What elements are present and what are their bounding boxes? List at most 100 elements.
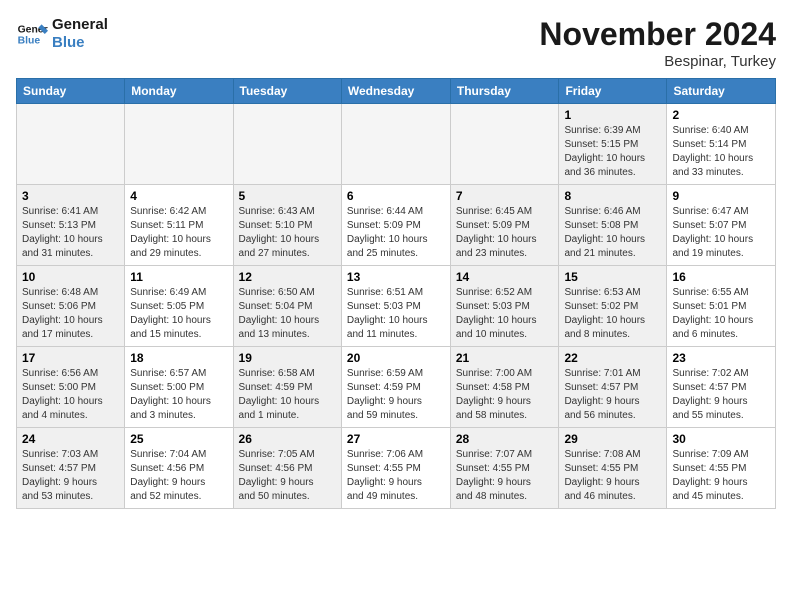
day-info: Sunrise: 6:49 AM Sunset: 5:05 PM Dayligh… [130,286,227,342]
day-info: Sunrise: 7:00 AM Sunset: 4:58 PM Dayligh… [456,367,554,423]
calendar-cell: 21Sunrise: 7:00 AM Sunset: 4:58 PM Dayli… [450,347,559,428]
calendar-cell: 29Sunrise: 7:08 AM Sunset: 4:55 PM Dayli… [559,428,667,509]
calendar-cell: 2 Sunrise: 6:40 AM Sunset: 5:14 PM Daylig… [667,104,776,185]
calendar-week-row: 17 Sunrise: 6:56 AM Sunset: 5:00 PM Dayli… [17,347,776,428]
day-info: Sunrise: 7:01 AM Sunset: 4:57 PM Dayligh… [564,367,661,423]
day-number: 30 [672,432,770,446]
day-info: Sunrise: 6:51 AM Sunset: 5:03 PM Dayligh… [347,286,445,342]
day-info: Sunrise: 7:09 AM Sunset: 4:55 PM Dayligh… [672,448,770,504]
calendar-week-row: 3 Sunrise: 6:41 AM Sunset: 5:13 PM Daylig… [17,185,776,266]
calendar-cell: 22 Sunrise: 7:01 AM Sunset: 4:57 PM Dayli… [559,347,667,428]
day-info: Sunrise: 6:45 AM Sunset: 5:09 PM Dayligh… [456,205,554,261]
day-of-week-header: Thursday [450,79,559,104]
day-number: 16 [672,270,770,284]
day-of-week-header: Wednesday [341,79,450,104]
calendar-cell: 12Sunrise: 6:50 AM Sunset: 5:04 PM Dayli… [233,266,341,347]
day-info: Sunrise: 7:02 AM Sunset: 4:57 PM Dayligh… [672,367,770,423]
calendar-cell: 9 Sunrise: 6:47 AM Sunset: 5:07 PM Daylig… [667,185,776,266]
day-number: 8 [564,189,661,203]
day-number: 17 [22,351,119,365]
calendar-cell: 19Sunrise: 6:58 AM Sunset: 4:59 PM Dayli… [233,347,341,428]
day-info: Sunrise: 6:48 AM Sunset: 5:06 PM Dayligh… [22,286,119,342]
day-number: 25 [130,432,227,446]
calendar-cell: 4 Sunrise: 6:42 AM Sunset: 5:11 PM Daylig… [125,185,233,266]
calendar-cell: 3 Sunrise: 6:41 AM Sunset: 5:13 PM Daylig… [17,185,125,266]
day-info: Sunrise: 7:06 AM Sunset: 4:55 PM Dayligh… [347,448,445,504]
day-number: 4 [130,189,227,203]
day-of-week-header: Tuesday [233,79,341,104]
day-of-week-header: Friday [559,79,667,104]
day-number: 29 [564,432,661,446]
page-header: General Blue General Blue November 2024 … [16,16,776,70]
day-info: Sunrise: 6:41 AM Sunset: 5:13 PM Dayligh… [22,205,119,261]
day-number: 23 [672,351,770,365]
logo-line2: Blue [52,34,108,52]
day-number: 1 [564,108,661,122]
day-info: Sunrise: 6:57 AM Sunset: 5:00 PM Dayligh… [130,367,227,423]
day-info: Sunrise: 6:59 AM Sunset: 4:59 PM Dayligh… [347,367,445,423]
calendar-week-row: 10Sunrise: 6:48 AM Sunset: 5:06 PM Dayli… [17,266,776,347]
day-number: 14 [456,270,554,284]
day-of-week-header: Saturday [667,79,776,104]
day-number: 22 [564,351,661,365]
calendar-cell: 26 Sunrise: 7:05 AM Sunset: 4:56 PM Dayli… [233,428,341,509]
day-info: Sunrise: 6:40 AM Sunset: 5:14 PM Dayligh… [672,124,770,180]
day-info: Sunrise: 7:04 AM Sunset: 4:56 PM Dayligh… [130,448,227,504]
calendar-cell: 14Sunrise: 6:52 AM Sunset: 5:03 PM Dayli… [450,266,559,347]
svg-text:Blue: Blue [18,36,41,47]
day-number: 7 [456,189,554,203]
day-info: Sunrise: 6:39 AM Sunset: 5:15 PM Dayligh… [564,124,661,180]
calendar-cell: 1 Sunrise: 6:39 AM Sunset: 5:15 PM Daylig… [559,104,667,185]
day-number: 6 [347,189,445,203]
day-number: 26 [239,432,336,446]
calendar-cell: 27Sunrise: 7:06 AM Sunset: 4:55 PM Dayli… [341,428,450,509]
calendar-cell [17,104,125,185]
logo-line1: General [52,16,108,34]
day-info: Sunrise: 6:46 AM Sunset: 5:08 PM Dayligh… [564,205,661,261]
calendar-cell: 24 Sunrise: 7:03 AM Sunset: 4:57 PM Dayli… [17,428,125,509]
day-info: Sunrise: 7:05 AM Sunset: 4:56 PM Dayligh… [239,448,336,504]
day-number: 5 [239,189,336,203]
calendar-cell: 28Sunrise: 7:07 AM Sunset: 4:55 PM Dayli… [450,428,559,509]
day-number: 3 [22,189,119,203]
logo-icon: General Blue [16,18,48,50]
day-info: Sunrise: 6:43 AM Sunset: 5:10 PM Dayligh… [239,205,336,261]
day-number: 20 [347,351,445,365]
calendar-cell: 20 Sunrise: 6:59 AM Sunset: 4:59 PM Dayli… [341,347,450,428]
calendar-cell: 17 Sunrise: 6:56 AM Sunset: 5:00 PM Dayli… [17,347,125,428]
day-number: 18 [130,351,227,365]
day-of-week-header: Sunday [17,79,125,104]
day-number: 11 [130,270,227,284]
calendar-cell: 5 Sunrise: 6:43 AM Sunset: 5:10 PM Daylig… [233,185,341,266]
title-area: November 2024 Bespinar, Turkey [539,16,776,70]
day-info: Sunrise: 6:42 AM Sunset: 5:11 PM Dayligh… [130,205,227,261]
day-of-week-header: Monday [125,79,233,104]
day-info: Sunrise: 6:56 AM Sunset: 5:00 PM Dayligh… [22,367,119,423]
day-info: Sunrise: 6:55 AM Sunset: 5:01 PM Dayligh… [672,286,770,342]
day-number: 13 [347,270,445,284]
calendar-cell: 25 Sunrise: 7:04 AM Sunset: 4:56 PM Dayli… [125,428,233,509]
calendar-cell: 30 Sunrise: 7:09 AM Sunset: 4:55 PM Dayli… [667,428,776,509]
calendar-cell: 16 Sunrise: 6:55 AM Sunset: 5:01 PM Dayli… [667,266,776,347]
day-number: 9 [672,189,770,203]
day-info: Sunrise: 6:53 AM Sunset: 5:02 PM Dayligh… [564,286,661,342]
calendar-cell [125,104,233,185]
calendar-cell: 15 Sunrise: 6:53 AM Sunset: 5:02 PM Dayli… [559,266,667,347]
calendar: SundayMondayTuesdayWednesdayThursdayFrid… [16,78,776,509]
calendar-cell [450,104,559,185]
day-number: 2 [672,108,770,122]
calendar-cell [233,104,341,185]
calendar-header-row: SundayMondayTuesdayWednesdayThursdayFrid… [17,79,776,104]
day-number: 24 [22,432,119,446]
day-info: Sunrise: 7:03 AM Sunset: 4:57 PM Dayligh… [22,448,119,504]
calendar-cell: 10Sunrise: 6:48 AM Sunset: 5:06 PM Dayli… [17,266,125,347]
day-info: Sunrise: 7:07 AM Sunset: 4:55 PM Dayligh… [456,448,554,504]
day-number: 15 [564,270,661,284]
calendar-cell [341,104,450,185]
calendar-cell: 11 Sunrise: 6:49 AM Sunset: 5:05 PM Dayli… [125,266,233,347]
calendar-cell: 7 Sunrise: 6:45 AM Sunset: 5:09 PM Daylig… [450,185,559,266]
day-info: Sunrise: 6:47 AM Sunset: 5:07 PM Dayligh… [672,205,770,261]
day-number: 12 [239,270,336,284]
day-number: 19 [239,351,336,365]
logo: General Blue General Blue [16,16,108,52]
